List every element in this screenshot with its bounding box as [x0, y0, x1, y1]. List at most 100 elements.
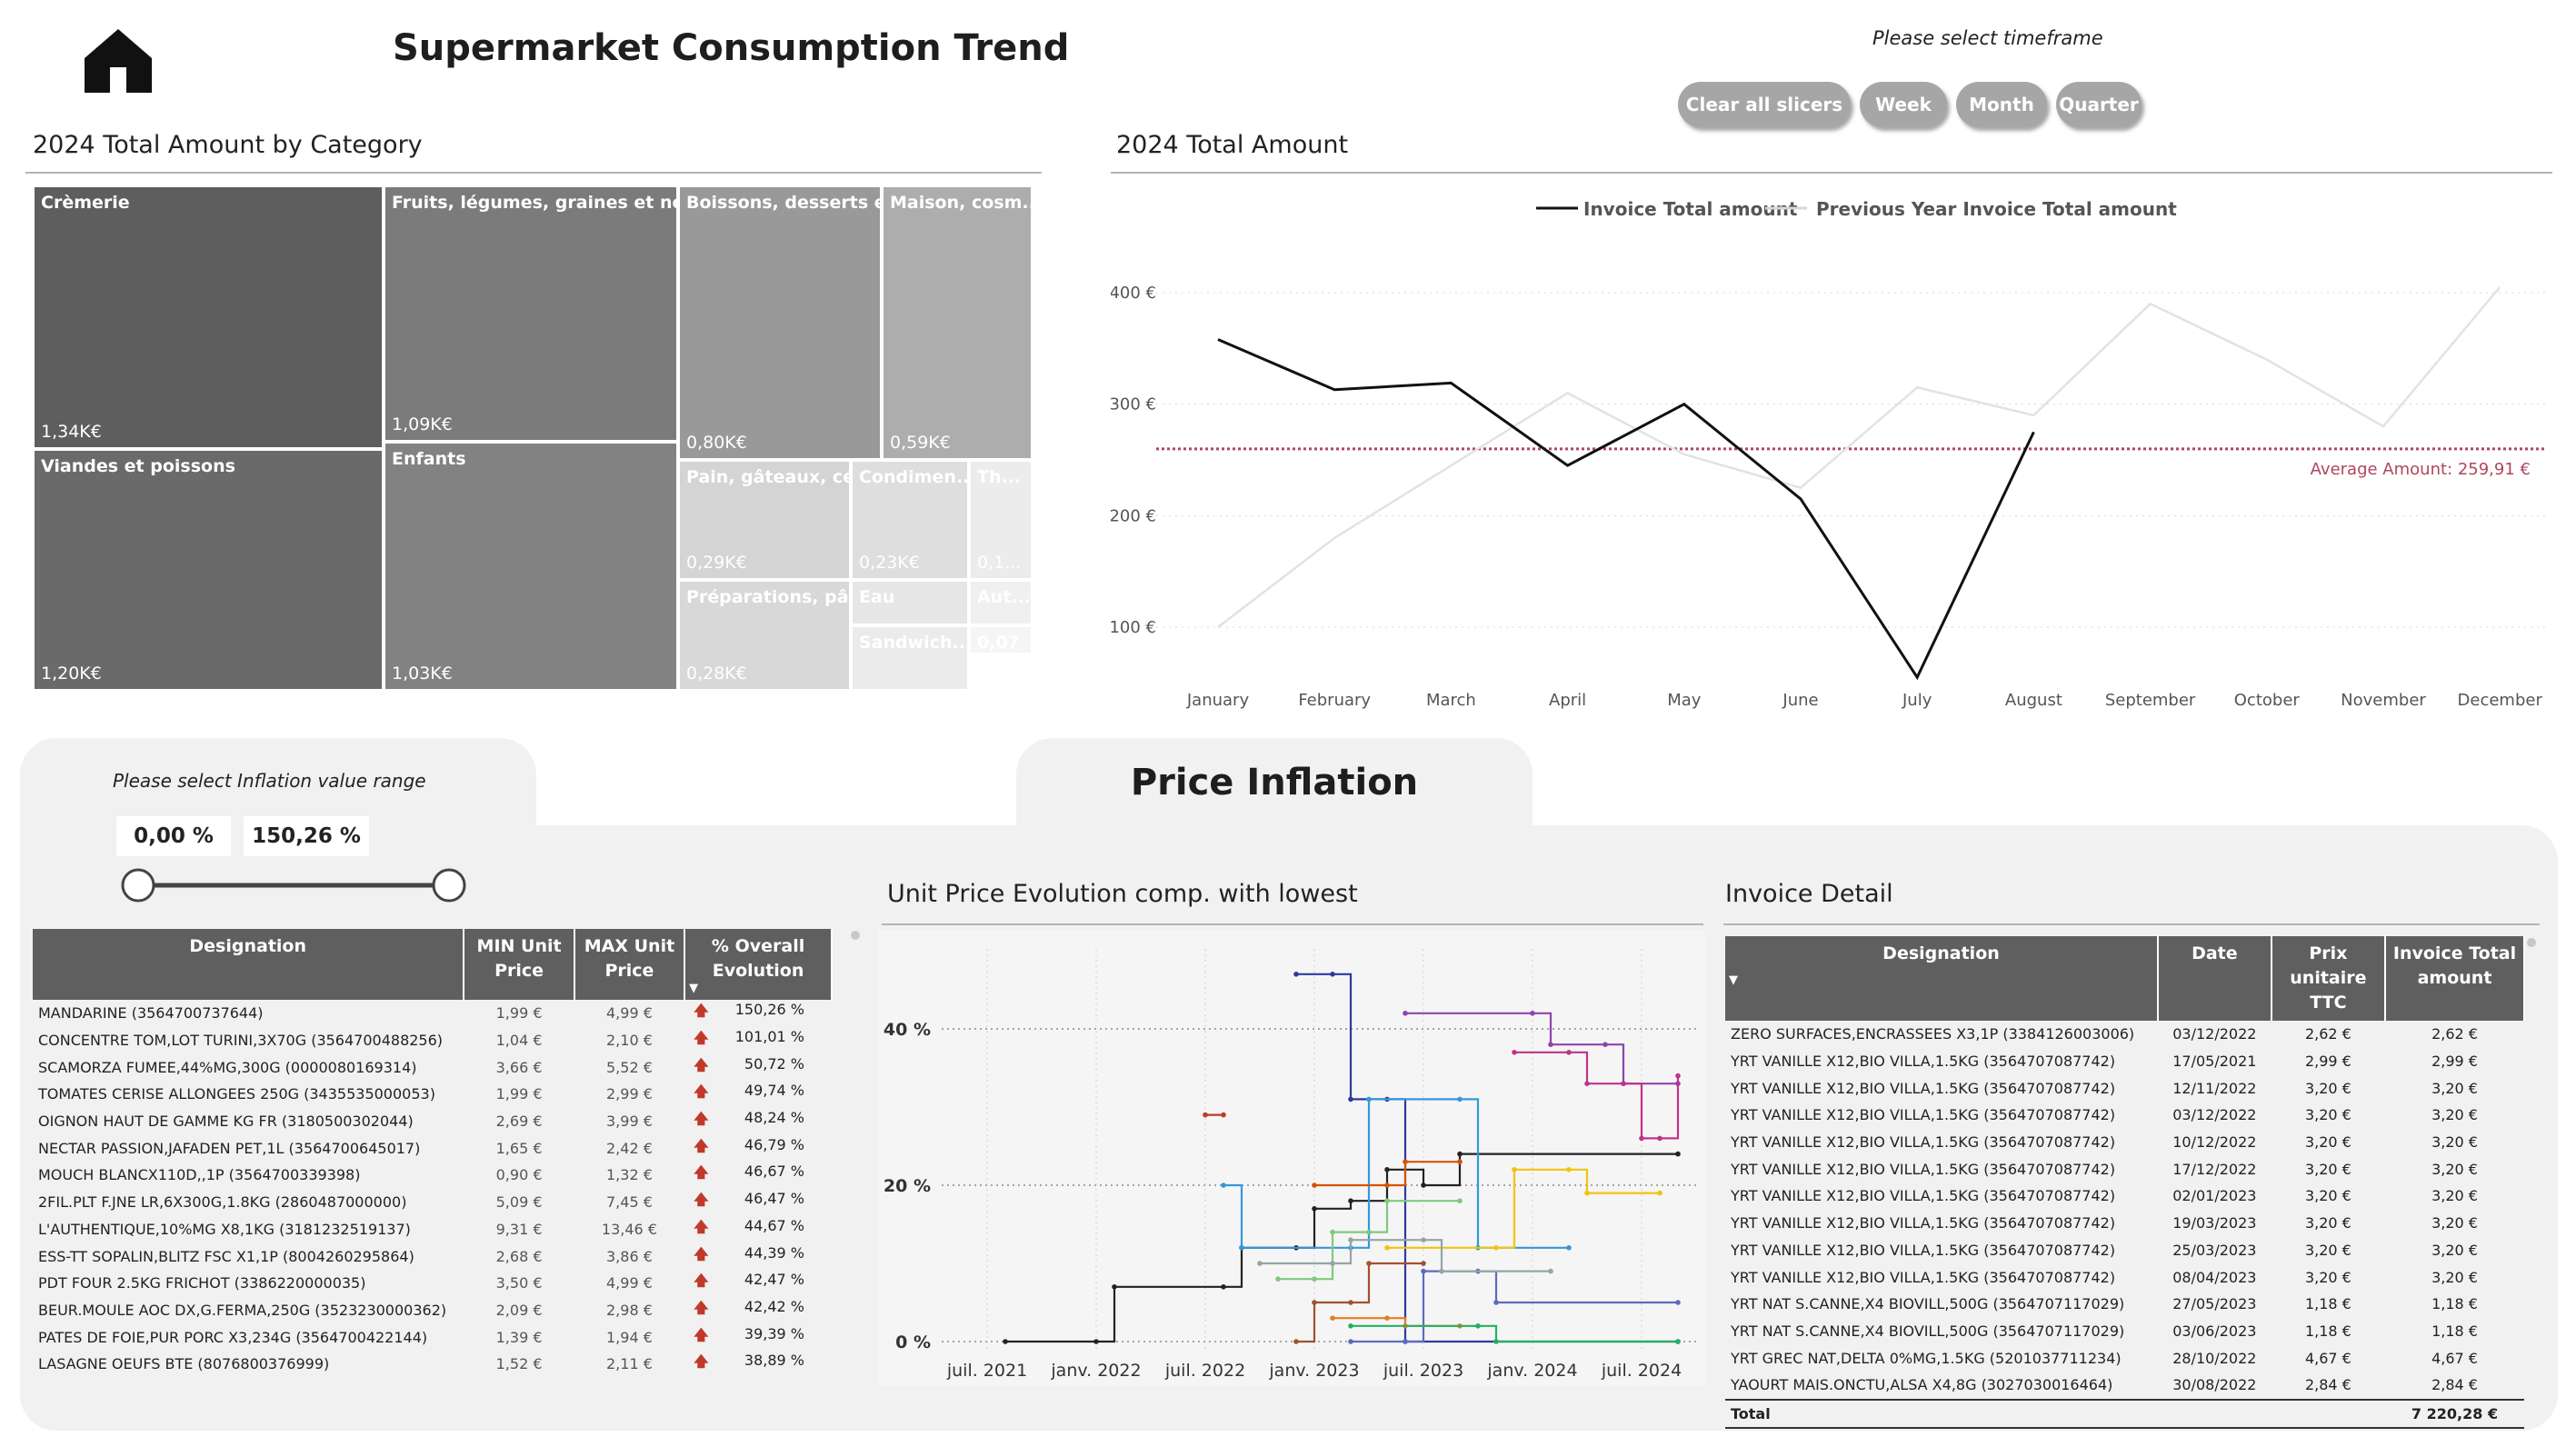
month-button[interactable]: Month [1956, 82, 2047, 127]
table-row[interactable]: YRT GREC NAT,DELTA 0%MG,1.5KG (520103771… [1725, 1344, 2524, 1372]
evolution-value: 50,72 % [744, 1054, 804, 1073]
evolution-value: 39,39 % [744, 1324, 804, 1342]
range-min-input[interactable]: 0,00 % [116, 816, 231, 856]
amount-line-chart: Invoice Total amount Previous Year Invoi… [1111, 198, 2547, 710]
table-row[interactable]: ZERO SURFACES,ENCRASSEES X3,1P (33841260… [1725, 1021, 2524, 1048]
max-price-cell: 7,45 € [606, 1193, 653, 1212]
treemap-cell[interactable]: Maison, cosm... 0,59K€ [882, 185, 1033, 460]
invoice-scrollbar[interactable] [2527, 938, 2536, 947]
invoice-date-cell: 03/06/2023 [2172, 1322, 2257, 1340]
table-row[interactable]: NECTAR PASSION,JAFADEN PET,1L (356470064… [33, 1134, 832, 1162]
invoice-date-cell: 17/05/2021 [2172, 1053, 2257, 1071]
week-button[interactable]: Week [1860, 82, 1947, 127]
table-row[interactable]: YRT VANILLE X12,BIO VILLA,1.5KG (3564707… [1725, 1155, 2524, 1183]
home-icon[interactable] [84, 27, 153, 93]
price-evolution-point [1421, 1183, 1426, 1188]
treemap-cell[interactable]: Boissons, desserts et... 0,80K€ [678, 185, 882, 460]
designation-cell: MANDARINE (3564700737644) [38, 1004, 264, 1023]
col-max-price[interactable]: MAX Unit Price [574, 929, 686, 1000]
col-inv-total[interactable]: Invoice Total amount [2385, 936, 2525, 1021]
invoice-designation-cell: ZERO SURFACES,ENCRASSEES X3,1P (33841260… [1731, 1025, 2135, 1043]
table-row[interactable]: TOMATES CERISE ALLONGEES 250G (343553500… [33, 1081, 832, 1108]
price-evolution-point [1312, 1300, 1317, 1305]
col-overall-evolution[interactable]: % Overall Evolution ▼ [684, 929, 833, 1000]
invoice-date-cell: 02/01/2023 [2172, 1187, 2257, 1205]
col-inv-date[interactable]: Date [2157, 936, 2272, 1021]
treemap-cell[interactable]: Fruits, légumes, graines et noix 1,09K€ [384, 185, 678, 442]
table-row[interactable]: YRT VANILLE X12,BIO VILLA,1.5KG (3564707… [1725, 1048, 2524, 1075]
treemap-cell-value: 1,20K€ [41, 664, 102, 684]
table-row[interactable]: YRT VANILLE X12,BIO VILLA,1.5KG (3564707… [1725, 1102, 2524, 1129]
evolution-plot-background [878, 931, 1705, 1385]
table-row[interactable]: YRT VANILLE X12,BIO VILLA,1.5KG (3564707… [1725, 1129, 2524, 1156]
table-row[interactable]: YAOURT MAIS.ONCTU,ALSA X4,8G (3027030016… [1725, 1372, 2524, 1400]
slider-min-handle[interactable] [121, 868, 155, 903]
price-evolution-point [1493, 1300, 1499, 1305]
treemap-cell[interactable]: Viandes et poissons 1,20K€ [33, 449, 384, 691]
invoice-total-cell: 3,20 € [2431, 1106, 2478, 1124]
treemap-cell[interactable]: Sandwich... [851, 625, 969, 691]
price-evolution-point [1330, 1261, 1335, 1266]
table-row[interactable]: YRT NAT S.CANNE,X4 BIOVILL,500G (3564707… [1725, 1318, 2524, 1345]
table-row[interactable]: MOUCH BLANCX110D,,1P (3564700339398) 0,90… [33, 1162, 832, 1189]
min-price-cell: 1,99 € [495, 1004, 543, 1023]
invoice-designation-cell: YRT GREC NAT,DELTA 0%MG,1.5KG (520103771… [1731, 1349, 2122, 1367]
price-evolution-point [1475, 1323, 1481, 1329]
invoice-unit-price-cell: 3,20 € [2304, 1187, 2351, 1205]
col-designation[interactable]: Designation [33, 929, 465, 1000]
table-row[interactable]: SCAMORZA FUMEE,44%MG,300G (0000080169314… [33, 1053, 832, 1081]
treemap-cell[interactable]: Th... 0,1... [969, 460, 1033, 580]
designation-cell: ESS-TT SOPALIN,BLITZ FSC X1,1P (80042602… [38, 1247, 414, 1265]
col-inv-designation[interactable]: Designation ▼ [1725, 936, 2159, 1021]
inflation-range-slider[interactable] [116, 863, 480, 909]
table-row[interactable]: ESS-TT SOPALIN,BLITZ FSC X1,1P (80042602… [33, 1242, 832, 1270]
table-row[interactable]: YRT NAT S.CANNE,X4 BIOVILL,500G (3564707… [1725, 1291, 2524, 1318]
evolution-cell: 🡅 101,01 % [684, 1027, 832, 1054]
invoice-date-cell: 17/12/2022 [2172, 1160, 2257, 1178]
treemap-cell[interactable]: Enfants 1,03K€ [384, 442, 678, 691]
treemap-cell[interactable]: Crèmerie 1,34K€ [33, 185, 384, 449]
table-row[interactable]: YRT VANILLE X12,BIO VILLA,1.5KG (3564707… [1725, 1237, 2524, 1264]
treemap-cell-name: 0,07 [977, 633, 1020, 653]
treemap-cell[interactable]: 0,07 [969, 625, 1033, 654]
evolution-value: 42,47 % [744, 1271, 804, 1289]
invoice-total-cell: 3,20 € [2431, 1214, 2478, 1232]
quarter-button[interactable]: Quarter [2056, 82, 2142, 127]
invoice-total-cell: 3,20 € [2431, 1160, 2478, 1178]
table-row[interactable]: CONCENTRE TOM,LOT TURINI,3X70G (35647004… [33, 1027, 832, 1054]
col-min-price[interactable]: MIN Unit Price [464, 929, 575, 1000]
col-inv-unit-price[interactable]: Prix unitaire TTC [2271, 936, 2387, 1021]
table-row[interactable]: PATES DE FOIE,PUR PORC X3,234G (35647004… [33, 1323, 832, 1351]
treemap-cell[interactable]: Eau [851, 580, 969, 625]
table-row[interactable]: PDT FOUR 2.5KG FRICHOT (3386220000035) 3,… [33, 1270, 832, 1297]
table-row[interactable]: MANDARINE (3564700737644) 1,99 € 4,99 € 🡅 15… [33, 1000, 832, 1027]
table-row[interactable]: YRT VANILLE X12,BIO VILLA,1.5KG (3564707… [1725, 1210, 2524, 1237]
invoice-title: Invoice Detail [1725, 880, 1893, 908]
treemap-cell[interactable]: Condimen... 0,23K€ [851, 460, 969, 580]
table-row[interactable]: BEUR.MOULE AOC DX,G.FERMA,250G (35232300… [33, 1297, 832, 1324]
table-row[interactable]: 2FIL.PLT F.JNE LR,6X300G,1.8KG (28604870… [33, 1189, 832, 1216]
invoice-table-wrap: Designation ▼ Date Prix unitaire TTC Invo… [1725, 936, 2525, 1429]
range-max-input[interactable]: 150,26 % [244, 816, 369, 856]
treemap-cell[interactable]: Aut... [969, 580, 1033, 625]
price-evolution-point [1566, 1167, 1572, 1173]
min-price-cell: 2,69 € [495, 1113, 543, 1131]
table-row[interactable]: YRT VANILLE X12,BIO VILLA,1.5KG (3564707… [1725, 1183, 2524, 1210]
slider-max-handle[interactable] [432, 868, 466, 903]
inflation-scrollbar[interactable] [851, 931, 860, 940]
price-evolution-point [1312, 1183, 1317, 1188]
table-row[interactable]: L'AUTHENTIQUE,10%MG X8,1KG (318123251913… [33, 1216, 832, 1243]
inflation-table-wrap: Designation MIN Unit Price MAX Unit Pric… [33, 929, 833, 1378]
amount-chart-title: 2024 Total Amount [1116, 131, 1349, 159]
table-row[interactable]: YRT VANILLE X12,BIO VILLA,1.5KG (3564707… [1725, 1074, 2524, 1102]
table-row[interactable]: LASAGNE OEUFS BTE (8076800376999) 1,52 € 2… [33, 1351, 832, 1378]
up-arrow-icon: 🡅 [694, 1272, 709, 1290]
clear-slicers-button[interactable]: Clear all slicers [1678, 82, 1851, 127]
amount-chart-rule [1111, 172, 2552, 174]
min-price-cell: 2,09 € [495, 1301, 543, 1319]
treemap-cell[interactable]: Préparations, pâ... 0,28K€ [678, 580, 851, 691]
treemap-cell[interactable]: Pain, gâteaux, cé... 0,29K€ [678, 460, 851, 580]
table-row[interactable]: YRT VANILLE X12,BIO VILLA,1.5KG (3564707… [1725, 1263, 2524, 1291]
table-row[interactable]: OIGNON HAUT DE GAMME KG FR (318050030204… [33, 1108, 832, 1135]
invoice-designation-cell: YRT VANILLE X12,BIO VILLA,1.5KG (3564707… [1731, 1187, 2116, 1205]
